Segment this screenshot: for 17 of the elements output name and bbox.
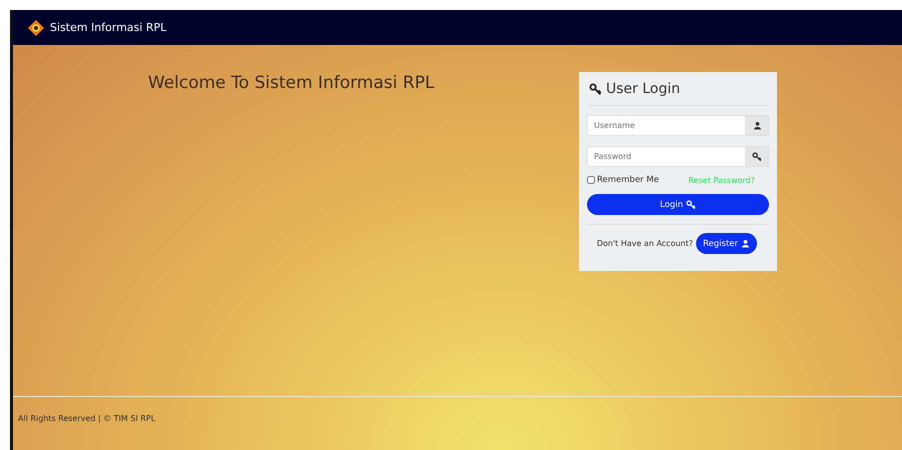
key-icon bbox=[752, 152, 762, 162]
key-icon bbox=[686, 200, 696, 210]
key-icon bbox=[589, 82, 602, 96]
register-button[interactable]: Register bbox=[696, 233, 757, 254]
username-field[interactable]: Username bbox=[587, 115, 746, 136]
navbar-title[interactable]: Sistem Informasi RPL bbox=[50, 21, 166, 34]
account-prompt: Don't Have an Account? bbox=[596, 239, 693, 248]
user-icon bbox=[741, 239, 750, 248]
remember-checkbox[interactable] bbox=[587, 176, 595, 184]
footer-text: All Rights Reserved | © TIM SI RPL bbox=[18, 414, 156, 423]
user-icon bbox=[752, 121, 762, 130]
login-title: User Login bbox=[606, 81, 680, 97]
welcome-heading: Welcome To Sistem Informasi RPL bbox=[148, 73, 434, 93]
logo-icon bbox=[27, 18, 45, 36]
login-button[interactable]: Login bbox=[587, 194, 769, 215]
password-field[interactable]: Password bbox=[587, 146, 746, 167]
remember-label: Remember Me bbox=[597, 175, 659, 185]
